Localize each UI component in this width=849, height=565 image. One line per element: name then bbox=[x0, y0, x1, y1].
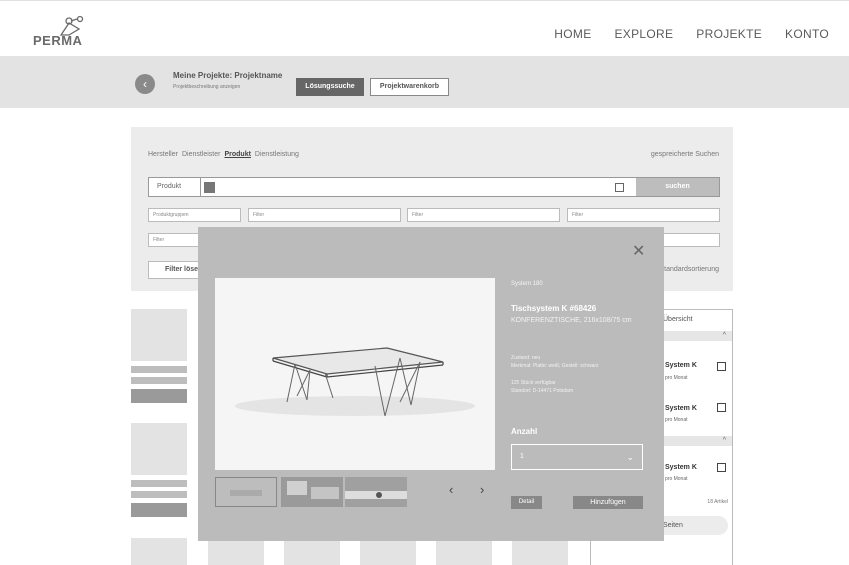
product-main-image bbox=[215, 278, 495, 470]
tab-produkt[interactable]: Produkt bbox=[224, 151, 250, 158]
product-image-placeholder[interactable] bbox=[360, 541, 416, 565]
search-category[interactable]: Produkt bbox=[149, 178, 201, 196]
search-cursor-icon bbox=[204, 182, 215, 193]
overview-item-price: pro Monat bbox=[665, 476, 688, 482]
product-button-placeholder[interactable] bbox=[131, 389, 187, 403]
chevron-down-icon: ⌄ bbox=[626, 452, 634, 462]
overview-item-checkbox[interactable] bbox=[717, 463, 726, 472]
overview-item-title[interactable]: System K bbox=[665, 405, 697, 412]
thumbnail-1[interactable] bbox=[215, 477, 277, 507]
chevron-up-icon: ^ bbox=[722, 437, 726, 444]
product-text-placeholder bbox=[131, 366, 187, 373]
product-condition: Zustand: neu bbox=[511, 355, 541, 361]
product-stock: 125 Stück verfügbar bbox=[511, 380, 556, 386]
tab-dienstleister[interactable]: Dienstleister bbox=[182, 151, 221, 158]
search-tabs: Hersteller Dienstleister Produkt Dienstl… bbox=[148, 151, 299, 158]
product-text-placeholder bbox=[131, 480, 187, 487]
product-image-placeholder[interactable] bbox=[512, 541, 568, 565]
logo[interactable]: PERMA bbox=[33, 15, 93, 48]
close-icon[interactable]: ✕ bbox=[632, 241, 645, 261]
product-text-placeholder bbox=[131, 377, 187, 384]
project-bar: ‹ Meine Projekte: Projektname Projektbes… bbox=[0, 56, 849, 108]
product-category: KONFERENZTISCHE, 216x108/75 cm bbox=[511, 317, 632, 324]
filter-2[interactable]: Filter bbox=[407, 208, 560, 222]
tab-hersteller[interactable]: Hersteller bbox=[148, 151, 178, 158]
product-image-placeholder[interactable] bbox=[131, 423, 187, 475]
loesungssuche-button[interactable]: Lösungssuche bbox=[296, 78, 364, 96]
product-location: Standort: D-14471 Potsdam bbox=[511, 388, 573, 394]
nav-konto[interactable]: KONTO bbox=[785, 27, 829, 41]
nav-explore[interactable]: EXPLORE bbox=[615, 27, 674, 41]
logo-icon bbox=[59, 15, 84, 36]
saved-searches-link[interactable]: gespreicherte Suchen bbox=[651, 151, 719, 158]
detail-button[interactable]: Detail bbox=[511, 496, 542, 509]
project-description-link[interactable]: Projektbeschreibung anzeigen bbox=[173, 84, 240, 90]
overview-count: 18 Artikel bbox=[707, 499, 728, 505]
search-button[interactable]: suchen bbox=[636, 178, 719, 196]
thumbnail-image bbox=[281, 477, 343, 507]
quantity-label: Anzahl bbox=[511, 427, 538, 436]
overview-item-price: pro Monat bbox=[665, 375, 688, 381]
overview-item-title[interactable]: System K bbox=[665, 362, 697, 369]
search-checkbox[interactable] bbox=[615, 183, 624, 192]
overview-item-title[interactable]: System K bbox=[665, 464, 697, 471]
product-material: Merkmal: Platte: weiß; Gestell: schwarz bbox=[511, 363, 599, 369]
product-series: System 180 bbox=[511, 281, 543, 287]
product-image-placeholder[interactable] bbox=[208, 541, 264, 565]
add-to-cart-button[interactable]: Hinzufügen bbox=[573, 496, 643, 509]
main-nav: HOME EXPLORE PROJEKTE KONTO bbox=[554, 27, 829, 41]
filter-produktgruppen[interactable]: Produktgruppen bbox=[148, 208, 241, 222]
overview-item-price: pro Monat bbox=[665, 417, 688, 423]
prev-image-icon[interactable]: ‹ bbox=[449, 482, 453, 497]
quantity-value: 1 bbox=[520, 453, 524, 460]
product-image-placeholder[interactable] bbox=[131, 538, 187, 565]
chevron-up-icon: ^ bbox=[722, 332, 726, 339]
product-modal: ✕ ‹ › System 180 Tischsystem K #68426 KO… bbox=[198, 227, 664, 541]
overview-item-checkbox[interactable] bbox=[717, 403, 726, 412]
next-image-icon[interactable]: › bbox=[480, 482, 484, 497]
projektwarenkorb-button[interactable]: Projektwarenkorb bbox=[370, 78, 449, 96]
search-bar: Produkt suchen bbox=[148, 177, 720, 197]
nav-home[interactable]: HOME bbox=[554, 27, 591, 41]
product-image-placeholder[interactable] bbox=[131, 309, 187, 361]
thumbnail-image bbox=[230, 490, 262, 496]
nav-projekte[interactable]: PROJEKTE bbox=[696, 27, 762, 41]
product-name: Tischsystem K #68426 bbox=[511, 304, 597, 313]
chevron-left-icon: ‹ bbox=[143, 77, 147, 91]
top-nav: PERMA HOME EXPLORE PROJEKTE KONTO bbox=[0, 0, 849, 56]
overview-item-checkbox[interactable] bbox=[717, 362, 726, 371]
thumbnail-3[interactable] bbox=[345, 477, 407, 507]
quantity-select[interactable]: 1 ⌄ bbox=[511, 444, 643, 470]
thumbnail-image bbox=[345, 477, 407, 507]
table-illustration bbox=[235, 347, 475, 417]
page: PERMA HOME EXPLORE PROJEKTE KONTO ‹ Mein… bbox=[0, 0, 849, 565]
product-text-placeholder bbox=[131, 491, 187, 498]
thumbnail-2[interactable] bbox=[281, 477, 343, 507]
product-button-placeholder[interactable] bbox=[131, 503, 187, 517]
tab-dienstleistung[interactable]: Dienstleistung bbox=[255, 151, 299, 158]
product-image-placeholder[interactable] bbox=[284, 541, 340, 565]
project-title: Meine Projekte: Projektname bbox=[173, 71, 283, 80]
back-button[interactable]: ‹ bbox=[135, 74, 155, 94]
product-image-placeholder[interactable] bbox=[436, 541, 492, 565]
sort-select[interactable]: Standardsortierung bbox=[659, 266, 719, 273]
filter-1[interactable]: Filter bbox=[248, 208, 401, 222]
filter-3[interactable]: Filter bbox=[567, 208, 720, 222]
